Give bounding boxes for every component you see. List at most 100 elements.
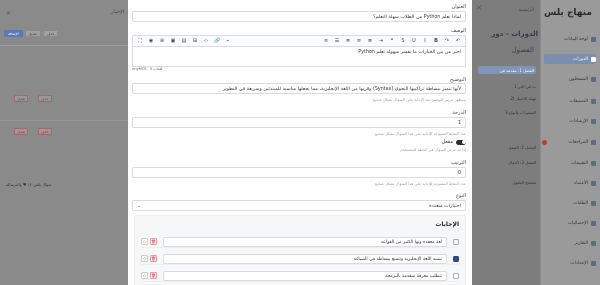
- sidebar-item-label: لوحة البيانات: [564, 36, 588, 42]
- explanation-input[interactable]: لأنها تتميز ببساطة تراكيبها النحوي (Synt…: [132, 83, 466, 94]
- sidebar-item-dashboard[interactable]: لوحة البيانات: [544, 34, 596, 44]
- unlink-icon[interactable]: ⌁: [225, 38, 231, 44]
- row-edit-button[interactable]: تعديل: [14, 95, 29, 102]
- divider: [0, 120, 128, 121]
- explanation-hint: سيظهر عرض التوضيح بعد الإجابة على السؤال…: [372, 97, 466, 102]
- score-hint: عدد النقاط الممنوحة للإجابة على هذا السؤ…: [374, 131, 466, 136]
- indent-icon[interactable]: ⇥: [378, 38, 384, 44]
- sidebar-item-members[interactable]: الأعضاء: [544, 178, 596, 188]
- answer-row: لغة معقدة وبها الكثير من القواعد 🗑 ◇: [141, 236, 459, 248]
- sidebar-item-reviews[interactable]: المراجعات: [542, 137, 596, 147]
- align-center-icon[interactable]: ≡: [356, 38, 362, 44]
- star-icon: [591, 160, 596, 166]
- answer-row: تشبه اللغة الإنجليزية وتتمتع ببساطة في ا…: [141, 253, 459, 265]
- active-section-chip[interactable]: الفصل 1: مقدمة في: [478, 66, 536, 74]
- type-label: النوع: [456, 193, 466, 199]
- strikethrough-icon[interactable]: S: [400, 38, 406, 44]
- media-icon[interactable]: ▣: [170, 38, 176, 44]
- section-item[interactable]: الفصل 2: الجمل: [508, 145, 536, 150]
- sidebar-item-enrolled[interactable]: المسجلون: [544, 74, 596, 84]
- sidebar-item-ratings[interactable]: التقييمات: [544, 158, 596, 168]
- table-icon[interactable]: ⊞: [192, 38, 198, 44]
- list-icon[interactable]: ≡: [323, 38, 329, 44]
- undo-icon[interactable]: ↶: [455, 38, 461, 44]
- quote-icon[interactable]: ❞: [389, 38, 395, 44]
- trash-icon[interactable]: 🗑: [150, 272, 157, 279]
- italic-icon[interactable]: I: [422, 38, 428, 44]
- fullscreen-icon[interactable]: ⛶: [137, 38, 143, 44]
- lesson-item[interactable]: 2) تهيئة الاختبار: [510, 96, 536, 101]
- lesson-item[interactable]: 3 المتغيرات وأنواع: [505, 110, 536, 115]
- ordered-list-icon[interactable]: ☰: [334, 38, 340, 44]
- sidebar-item-courses[interactable]: الدورات: [544, 54, 596, 64]
- breadcrumb: الرئيسية: [518, 8, 535, 13]
- sidebar-item-label: الدورات: [573, 56, 588, 62]
- answer-correct-checkbox[interactable]: [453, 272, 459, 279]
- chart-icon: [591, 220, 596, 226]
- answer-input[interactable]: لغة معقدة وبها الكثير من القواعد: [163, 236, 447, 247]
- sidebar-item-label: الطلبات: [573, 200, 588, 206]
- toggle-label: مفعل: [441, 139, 453, 145]
- lesson-item[interactable]: 1 ب في الدر: [514, 84, 536, 89]
- row-edit-button[interactable]: تعديل: [14, 128, 29, 135]
- order-label: الترتيب: [451, 160, 466, 166]
- gear-icon: [591, 260, 596, 266]
- order-input[interactable]: 0: [132, 167, 466, 178]
- sidebar-item-reports[interactable]: التقارير: [544, 238, 596, 248]
- row-delete-button[interactable]: حذف: [38, 128, 52, 135]
- toggle-hint: إذا تم عرض السؤال في الخطة للمستخدم: [400, 147, 466, 152]
- quiz-panel-actions: الإضافة تعديل حذف: [4, 30, 59, 37]
- description-label: الوصف: [451, 28, 466, 34]
- active-toggle[interactable]: مفعل: [442, 139, 466, 145]
- score-input[interactable]: 1: [132, 117, 466, 128]
- add-button[interactable]: الإضافة: [4, 30, 23, 37]
- answer-correct-checkbox[interactable]: [453, 255, 459, 262]
- bold-icon[interactable]: B: [433, 38, 439, 44]
- delete-button[interactable]: حذف: [42, 30, 59, 37]
- row-delete-button[interactable]: حذف: [38, 95, 52, 102]
- toggle-switch[interactable]: [456, 139, 466, 145]
- underline-icon[interactable]: U: [411, 38, 417, 44]
- dashboard-icon: [591, 36, 596, 42]
- sidebar-item-categories[interactable]: التصنيفات: [544, 96, 596, 106]
- sidebar-item-label: التقارير: [574, 240, 588, 246]
- source-icon[interactable]: ‹›: [203, 38, 209, 44]
- link-icon[interactable]: 🔗: [214, 38, 220, 44]
- drag-handle-icon[interactable]: ◇: [141, 272, 148, 279]
- answer-input[interactable]: تتطلب معرفة متقدمة بالبرمجة: [163, 270, 447, 281]
- quiz-panel-footer: سؤال بلس ١٢ ♥ والترسالة: [6, 182, 52, 187]
- align-left-icon[interactable]: ≣: [345, 38, 351, 44]
- course-title: الدورات - دور: [491, 30, 538, 38]
- redo-icon[interactable]: ↷: [444, 38, 450, 44]
- sidebar-item-statistics[interactable]: الإحصائيات: [544, 218, 596, 228]
- word-count: 3 كلمات: [149, 67, 163, 71]
- align-right-icon[interactable]: ≣: [367, 38, 373, 44]
- sidebar-item-guides[interactable]: الإرشادات: [544, 116, 596, 126]
- preview-icon[interactable]: ◉: [148, 38, 154, 44]
- close-icon[interactable]: ✕: [476, 4, 484, 12]
- sidebar-item-requests[interactable]: الطلبات: [544, 198, 596, 208]
- type-select[interactable]: اختيارات متعددة ⌄: [132, 200, 466, 211]
- answer-correct-checkbox[interactable]: [453, 238, 459, 245]
- review-icon: [591, 139, 596, 145]
- title-input[interactable]: لماذا تعلم Python من الطلاب سهلة التعلم؟: [132, 11, 466, 22]
- section-item[interactable]: تصحيح الحلول: [513, 180, 536, 185]
- answer-input[interactable]: تشبه اللغة الإنجليزية وتتمتع ببساطة في ا…: [163, 253, 447, 264]
- section-item[interactable]: الفصل 3: الدوال: [508, 160, 536, 165]
- trash-icon[interactable]: 🗑: [150, 238, 157, 245]
- divider: [0, 45, 128, 46]
- sidebar-item-settings[interactable]: الإعدادات: [544, 258, 596, 268]
- close-icon[interactable]: ✕: [6, 10, 11, 17]
- edit-button[interactable]: تعديل: [24, 30, 41, 37]
- drag-handle-icon[interactable]: ◇: [141, 238, 148, 245]
- sidebar-item-label: المسجلون: [568, 76, 588, 82]
- trash-icon[interactable]: 🗑: [150, 255, 157, 262]
- sidebar-item-label: الإعدادات: [570, 260, 588, 266]
- drag-handle-icon[interactable]: ◇: [141, 255, 148, 262]
- report-icon: [591, 240, 596, 246]
- chevron-down-icon: ⌄: [137, 203, 142, 209]
- description-editor[interactable]: اختر من بين الخيارات ما يفسر سهولة تعلم …: [132, 47, 466, 67]
- image-icon[interactable]: ▤: [181, 38, 187, 44]
- code-icon[interactable]: ⊕: [159, 38, 165, 44]
- sidebar: منهاج بلس لوحة البيانات الدورات المسجلون…: [540, 0, 600, 285]
